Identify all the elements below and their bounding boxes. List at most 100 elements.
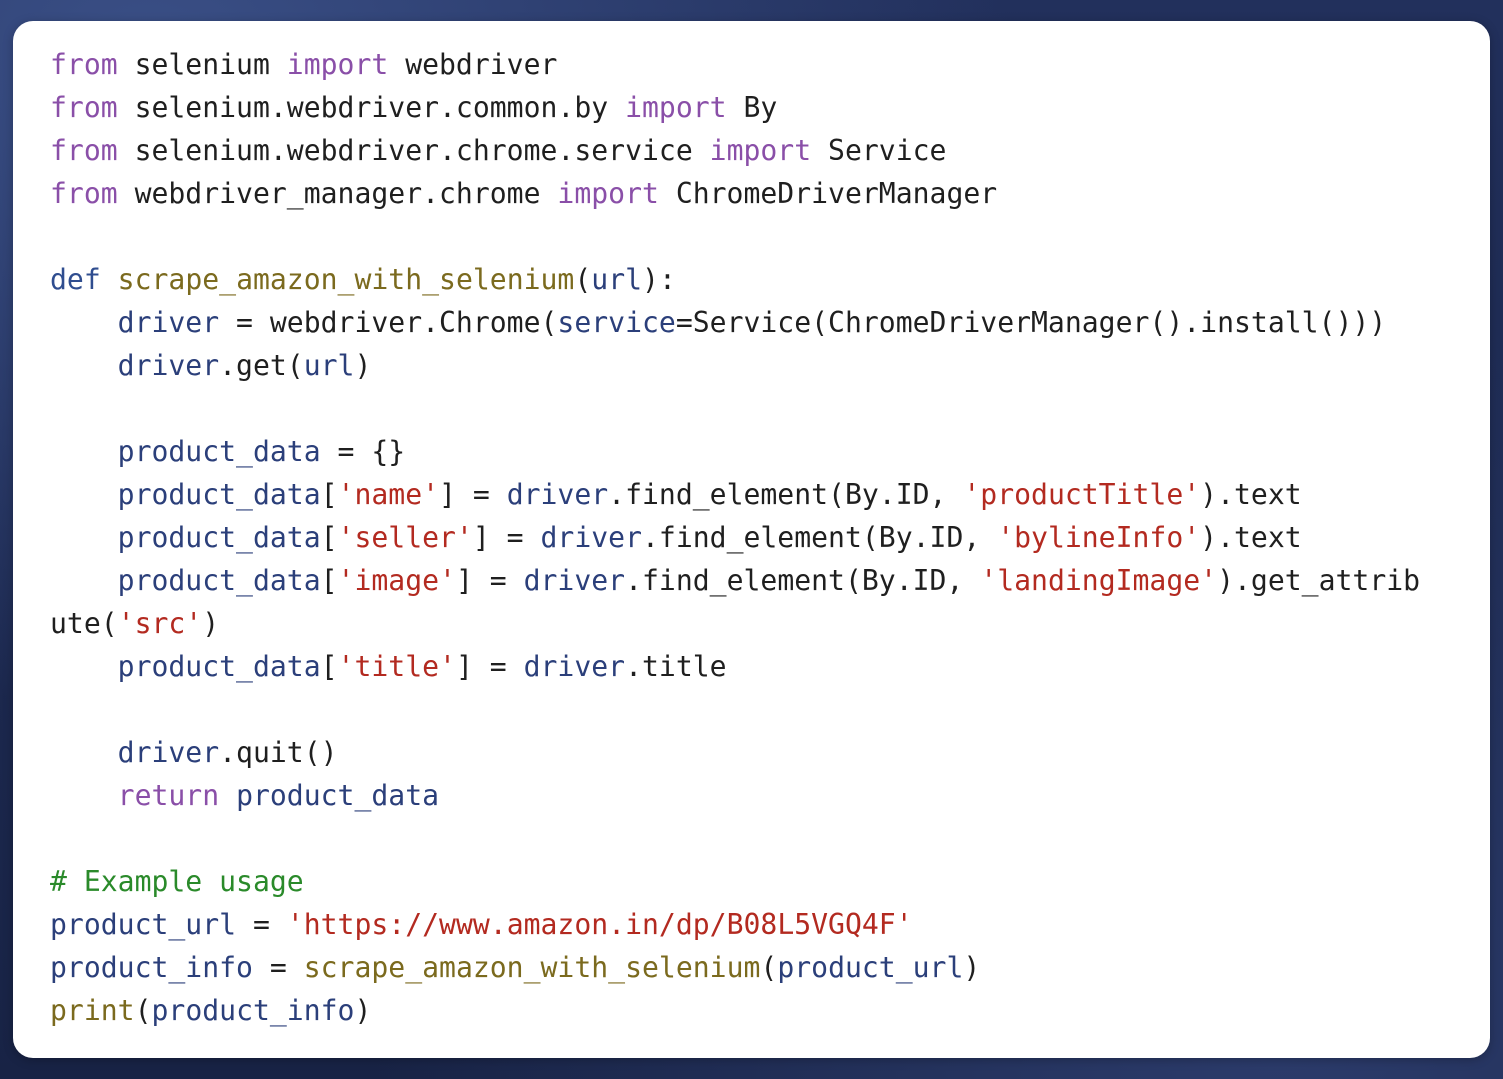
code-token: 'bylineInfo' [997, 521, 1201, 554]
code-line: product_data['title'] = driver.title [50, 645, 1420, 688]
code-token: selenium [117, 48, 287, 81]
code-line: product_data['seller'] = driver.find_ele… [50, 516, 1420, 559]
code-token: product_info [151, 994, 355, 1027]
code-line: from selenium import webdriver [50, 43, 1420, 86]
code-token: ] = [455, 564, 524, 597]
code-token: ) [963, 951, 981, 984]
code-token: from [50, 177, 118, 210]
code-token: scrape_amazon_with_selenium [303, 951, 761, 984]
code-line: product_data = {} [50, 430, 1420, 473]
code-token: webdriver [388, 48, 558, 81]
code-token: url [303, 349, 355, 382]
code-token: .quit() [219, 736, 338, 769]
code-line: from selenium.webdriver.common.by import… [50, 86, 1420, 129]
code-token: product_data [117, 650, 321, 683]
code-token: 'title' [337, 650, 456, 683]
code-line: return product_data [50, 774, 1420, 817]
code-token: By [726, 91, 778, 124]
code-token: ( [134, 994, 152, 1027]
code-token: ( [574, 263, 592, 296]
code-token: ) [202, 607, 220, 640]
code-token: import [625, 91, 727, 124]
code-token: ) [354, 994, 372, 1027]
code-token: .find_element(By.ID, [608, 478, 964, 511]
code-line: # Example usage [50, 860, 1420, 903]
code-token: 'productTitle' [963, 478, 1201, 511]
code-token: import [709, 134, 812, 167]
code-token: service [557, 306, 676, 339]
code-token: .find_element(By.ID, [625, 564, 981, 597]
code-card: from selenium import webdriver from selen… [13, 21, 1490, 1058]
code-token: product_info [50, 951, 253, 984]
code-token: product_data [236, 779, 440, 812]
code-token: = {} [320, 435, 406, 468]
code-token: driver [523, 650, 626, 683]
code-line: print(product_info) [50, 989, 1420, 1032]
code-token: 'src' [117, 607, 203, 640]
code-token: = webdriver.Chrome( [219, 306, 558, 339]
code-line: driver.get(url) [50, 344, 1420, 387]
code-token: .title [625, 650, 727, 683]
code-token: [ [320, 478, 338, 511]
code-token: product_data [117, 521, 321, 554]
code-line: product_data['image'] = driver.find_elem… [50, 559, 1420, 602]
code-token: ] = [472, 521, 541, 554]
code-token: # Example usage [50, 865, 304, 898]
code-token: driver [117, 349, 220, 382]
code-token: print [50, 994, 135, 1027]
code-line: product_url = 'https://www.amazon.in/dp/… [50, 903, 1420, 946]
code-line: driver.quit() [50, 731, 1420, 774]
code-line: def scrape_amazon_with_selenium(url): [50, 258, 1420, 301]
code-token: from [50, 134, 118, 167]
code-line: from webdriver_manager.chrome import Chr… [50, 172, 1420, 215]
code-token: selenium.webdriver.chrome.service [117, 134, 710, 167]
code-token: [ [320, 650, 338, 683]
code-token: scrape_amazon_with_selenium [117, 263, 575, 296]
code-token: ( [760, 951, 778, 984]
code-token: 'https://www.amazon.in/dp/B08L5VGQ4F' [286, 908, 913, 941]
code-token: ) [354, 349, 372, 382]
code-token: from [50, 48, 118, 81]
code-token: =Service(ChromeDriverManager().install()… [675, 306, 1387, 339]
code-line: ute('src') [50, 602, 1420, 645]
code-block: from selenium import webdriver from selen… [50, 43, 1420, 1032]
code-token: ).text [1200, 521, 1302, 554]
code-token: driver [117, 306, 220, 339]
code-line: from selenium.webdriver.chrome.service i… [50, 129, 1420, 172]
code-token: driver [117, 736, 220, 769]
code-token: driver [523, 564, 626, 597]
code-token: [ [320, 564, 338, 597]
code-token: ).text [1200, 478, 1302, 511]
code-token: driver [540, 521, 642, 554]
code-line: product_info = scrape_amazon_with_seleni… [50, 946, 1420, 989]
code-token: product_url [50, 908, 237, 941]
code-token: product_data [117, 564, 321, 597]
code-line: product_data['name'] = driver.find_eleme… [50, 473, 1420, 516]
code-token: ute( [50, 607, 118, 640]
code-token: driver [506, 478, 609, 511]
code-token: .find_element(By.ID, [642, 521, 998, 554]
code-token: product_url [777, 951, 964, 984]
code-token: ): [642, 263, 676, 296]
code-token: 'seller' [337, 521, 473, 554]
code-token: 'image' [337, 564, 456, 597]
code-token: = [236, 908, 287, 941]
code-token: = [252, 951, 304, 984]
code-token: .get( [219, 349, 304, 382]
code-token: ChromeDriverManager [658, 177, 998, 210]
code-token: import [286, 48, 389, 81]
code-token: url [591, 263, 643, 296]
